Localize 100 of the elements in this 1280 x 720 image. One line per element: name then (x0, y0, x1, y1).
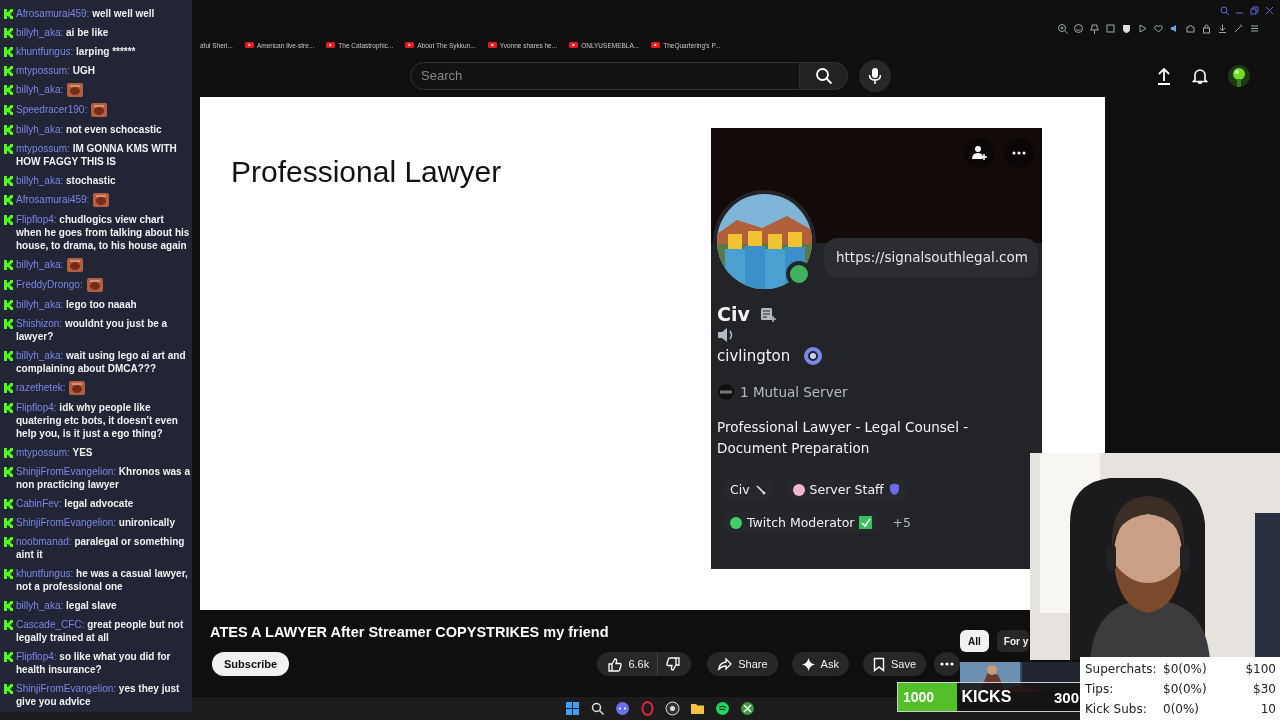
kick-icon (4, 499, 13, 509)
kick-icon (4, 9, 13, 19)
more-roles[interactable]: +5 (892, 515, 911, 530)
chat-message: noobmanad: paralegal or something aint it (16, 535, 186, 561)
wand-icon[interactable] (1233, 22, 1244, 34)
upload-icon[interactable] (1156, 66, 1172, 85)
bookmark-icon (872, 656, 885, 672)
mutual-servers[interactable]: 1 Mutual Server (740, 384, 848, 400)
kick-icon (4, 448, 13, 458)
username: civlington (717, 347, 791, 365)
search-icon (814, 66, 833, 85)
kick-icon (4, 467, 13, 477)
goal-progress: 1000 (898, 683, 957, 711)
chat-username[interactable]: Speedracer190: (16, 103, 88, 116)
badge-icon (802, 345, 825, 367)
chat-username[interactable]: billyh_aka: (16, 83, 64, 96)
stat-label: Superchats: (1085, 661, 1158, 676)
chat-message: ShinjiFromEvangelion: Khronos was a non practicing lawyer (16, 465, 190, 491)
subscribe-button[interactable]: Subscribe (212, 652, 290, 676)
check-icon (859, 516, 873, 529)
more-button[interactable] (1004, 138, 1034, 168)
youtube-icon (326, 42, 336, 48)
emote-icon (93, 193, 110, 207)
kick-icon (4, 28, 13, 38)
ring-icon[interactable] (639, 700, 656, 717)
search-icon[interactable] (589, 700, 606, 717)
search-field[interactable]: Search (410, 61, 800, 90)
puzzle-icon[interactable] (1185, 22, 1196, 34)
download-icon[interactable] (1217, 22, 1228, 34)
stat-label: Tips: (1085, 681, 1115, 696)
emote-icon (91, 103, 108, 117)
chat-username[interactable]: Afrosamurai459: (16, 193, 90, 206)
chat-username[interactable]: billyh_aka: (16, 258, 64, 271)
kick-icon (4, 319, 13, 329)
restore-icon[interactable] (1250, 5, 1259, 15)
chat-message: billyh_aka: lego too naaah (16, 298, 138, 311)
chat-message: mtypossum: YES (16, 446, 94, 459)
stat-goal: $30 (1252, 681, 1276, 696)
save-button[interactable]: Save (862, 652, 926, 676)
square-icon[interactable] (1105, 22, 1116, 34)
chat-message: billyh_aka: not even schocastic (16, 123, 163, 136)
chat-message: ShinjiFromEvangelion: unironically (16, 516, 176, 529)
chat-message: mtypossum: UGH (16, 64, 96, 77)
dislike-button[interactable] (657, 652, 692, 676)
kick-icon (4, 620, 13, 630)
chat-message: Flipflop4: so like what you did for health insurance? (16, 650, 172, 676)
bio: Professional Lawyer - Legal Counsel - Document Preparation (717, 418, 970, 458)
chat-message: Cascade_CFC: great people but not legally trained at all (16, 618, 185, 644)
youtube-icon (651, 42, 661, 48)
chat-username[interactable]: FreddyDrongo: (16, 278, 83, 291)
youtube-icon (244, 42, 254, 48)
search-button[interactable] (800, 61, 848, 90)
smiley-icon[interactable] (1073, 22, 1084, 34)
chat-message: billyh_aka: stochastic (16, 174, 117, 187)
kick-icon (4, 215, 13, 225)
pin-icon[interactable] (1089, 22, 1100, 34)
music-icon[interactable] (714, 700, 731, 717)
kick-icon (4, 144, 13, 154)
chat-username[interactable]: razethetek: (16, 381, 66, 394)
ask-button[interactable]: Ask (791, 652, 849, 676)
like-button[interactable]: 6.6k (597, 652, 658, 676)
kick-icon (4, 280, 13, 290)
windows-icon[interactable] (564, 700, 581, 717)
stat-value: $0(0%) (1163, 661, 1208, 676)
chat-message: billyh_aka: legal slave (16, 599, 118, 612)
share-button[interactable]: Share (707, 652, 778, 676)
close-icon[interactable] (1265, 5, 1274, 15)
shield-icon (888, 483, 900, 496)
add-friend-button[interactable] (964, 138, 994, 168)
kick-icon (4, 351, 13, 361)
goal-label: KICKS (960, 688, 1012, 706)
filter-chip[interactable]: For y (996, 630, 1030, 652)
speaker-icon (717, 327, 735, 343)
zoom-icon[interactable] (1057, 22, 1068, 34)
chat-bubble-icon[interactable] (614, 700, 631, 717)
bell-icon[interactable] (1192, 66, 1208, 85)
record-icon[interactable] (664, 700, 681, 717)
heart-icon[interactable] (1153, 22, 1164, 34)
role-name: Twitch Moderator (747, 515, 855, 530)
menu-icon[interactable] (1249, 22, 1260, 34)
chat-message: Afrosamurai459: well well well (16, 7, 156, 20)
kick-icon (4, 125, 13, 135)
chat-message: khuntfungus: larping ****** (16, 45, 137, 58)
kick-icon (4, 47, 13, 57)
kick-icon (4, 569, 13, 579)
chat-message: billyh_aka: ai be like (16, 26, 110, 39)
kick-icon (4, 601, 13, 611)
microphone-icon (868, 66, 882, 85)
mic-button[interactable] (859, 59, 891, 92)
filter-chip[interactable]: All (960, 630, 989, 652)
note-icon[interactable] (759, 306, 776, 322)
more-button[interactable] (934, 652, 960, 676)
shield-icon[interactable] (1121, 22, 1132, 34)
game-icon[interactable] (739, 700, 756, 717)
chat-message: Flipflop4: idk why people like quatering etc bots, it doesn't even help you, is it just a ego thing? (16, 401, 179, 440)
chat-message: Shishizon: wouldnt you just be a lawyer? (16, 317, 169, 343)
chat-message: mtypossum: IM GONNA KMS WITH HOW FAGGY THIS IS (16, 142, 178, 168)
lock-icon[interactable] (1201, 22, 1212, 34)
play-icon[interactable] (1137, 22, 1148, 34)
stat-value: $0(0%) (1163, 681, 1208, 696)
